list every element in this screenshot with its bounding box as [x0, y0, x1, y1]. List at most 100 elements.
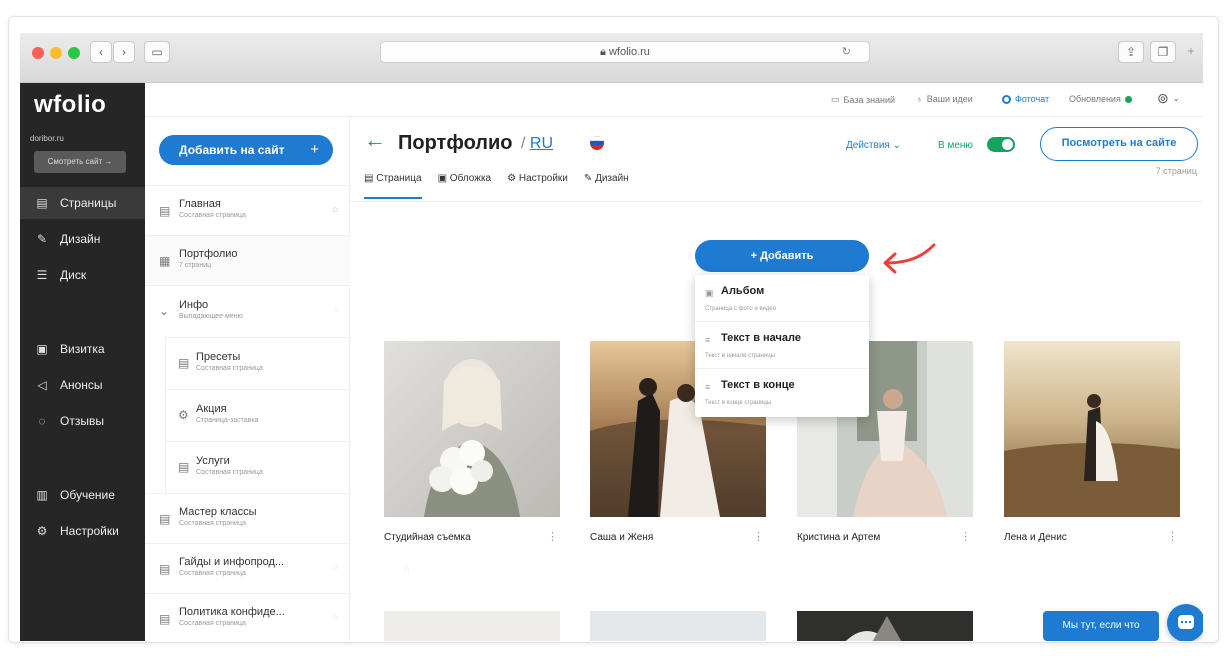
hidden-eye-icon[interactable]: ◌	[404, 564, 409, 574]
dropdown-item-title: Альбом	[721, 285, 765, 297]
album-cover-image[interactable]	[590, 611, 766, 641]
megaphone-icon: ◁	[37, 378, 47, 392]
album-cover-image[interactable]	[1004, 341, 1180, 517]
page-subtitle: Составная страница	[179, 212, 246, 219]
plus-icon: +	[310, 141, 319, 158]
tab-page[interactable]: ▤ Страница	[364, 173, 422, 199]
knowledge-base-link[interactable]: ▭ База знаний	[831, 94, 895, 105]
chat-icon: ◌	[38, 414, 46, 428]
app-logo[interactable]: wfolio	[34, 91, 106, 119]
page-item-master-classes[interactable]: ▤ Мастер классы Составная страница	[145, 493, 350, 543]
knowledge-base-label: База знаний	[843, 94, 896, 105]
nav-item-announcements[interactable]: ◁ Анонсы	[20, 369, 145, 401]
new-tab-icon[interactable]: +	[1180, 41, 1202, 63]
nav-item-card[interactable]: ▣ Визитка	[20, 333, 145, 365]
sidebar-toggle-icon[interactable]: ▭	[144, 41, 170, 63]
more-menu-icon[interactable]: ⋮	[960, 530, 971, 543]
add-block-button[interactable]: + Добавить	[695, 240, 869, 272]
page-icon: ▤	[159, 204, 171, 218]
close-window-button[interactable]	[32, 47, 44, 59]
hidden-eye-icon: ◌	[332, 612, 338, 622]
nav-item-learning[interactable]: ▥ Обучение	[20, 479, 145, 511]
nav-item-disk[interactable]: ☰ Диск	[20, 259, 145, 291]
nav-item-design[interactable]: ✎ Дизайн	[20, 223, 145, 255]
page-item-presets[interactable]: ▤ Пресеты Составная страница	[165, 337, 350, 389]
page-icon: ▤	[178, 460, 190, 474]
page-item-promo[interactable]: ⚙ Акция Страница-заставка	[165, 389, 350, 441]
in-menu-toggle[interactable]	[987, 137, 1015, 152]
pointer-arrow-icon	[883, 243, 936, 274]
fotochat-label: Фоточат	[1015, 94, 1050, 104]
add-to-site-button[interactable]: Добавить на сайт +	[159, 135, 333, 165]
page-title: Акция	[196, 403, 227, 415]
chat-bubble[interactable]: Мы тут, если что	[1043, 611, 1159, 641]
page-title: Главная	[179, 198, 221, 210]
language-code: RU	[529, 135, 553, 152]
page-title: Портфолио	[179, 248, 238, 260]
in-menu-label: В меню	[938, 140, 973, 151]
more-menu-icon[interactable]: ⋮	[753, 530, 764, 543]
page-item-guides[interactable]: ▤ Гайды и инфопрод... Составная страница…	[145, 543, 350, 593]
dropdown-item-text-bottom[interactable]: ≡ Текст в конце Текст в конце страницы	[695, 369, 869, 416]
tab-label: Страница	[376, 173, 422, 184]
fotochat-link[interactable]: Фоточат	[1002, 94, 1049, 104]
nav-item-pages[interactable]: ▤ Страницы	[20, 187, 145, 219]
tab-design[interactable]: ✎ Дизайн	[584, 173, 629, 199]
more-menu-icon[interactable]: ⋮	[1167, 530, 1178, 543]
tabs-icon[interactable]: ❐	[1150, 41, 1176, 63]
album-cover-image[interactable]	[384, 611, 560, 641]
album-title: Саша и Женя	[590, 532, 654, 543]
album-cover-image[interactable]	[797, 611, 973, 641]
main-sidebar: wfolio doribor.ru Смотреть сайт → ▤ Стран…	[20, 83, 145, 641]
language-selector[interactable]: / RU	[521, 135, 553, 153]
back-arrow-icon[interactable]: ‹	[90, 41, 112, 63]
view-site-button[interactable]: Смотреть сайт →	[34, 151, 126, 173]
updates-link[interactable]: Обновления	[1069, 94, 1132, 104]
updates-label: Обновления	[1069, 94, 1121, 104]
share-icon[interactable]: ⇪	[1118, 41, 1144, 63]
divider	[350, 201, 1203, 202]
page-item-portfolio[interactable]: ▦ Портфолио 7 страниц	[145, 235, 350, 285]
view-on-site-button[interactable]: Посмотреть на сайте	[1040, 127, 1198, 161]
card-icon: ▣	[36, 342, 48, 356]
nav-item-settings[interactable]: ⚙ Настройки	[20, 515, 145, 547]
book-icon: ▭	[831, 94, 840, 104]
album-cover-image[interactable]	[384, 341, 560, 517]
page-item-services[interactable]: ▤ Услуги Составная страница	[165, 441, 350, 493]
back-arrow-icon[interactable]: ←	[364, 127, 386, 153]
page-item-info[interactable]: ⌄ Инфо Выпадающее меню ◌	[145, 285, 350, 337]
chevron-down-icon: ⌄	[159, 304, 170, 318]
tab-label: Настройки	[518, 173, 568, 184]
reload-icon[interactable]: ↻	[842, 42, 851, 62]
more-menu-icon[interactable]: ⋮	[547, 530, 558, 543]
zoom-window-button[interactable]	[68, 47, 80, 59]
page-subtitle: Составная страница	[179, 520, 246, 527]
database-icon: ☰	[36, 268, 48, 282]
tab-cover[interactable]: ▣ Обложка	[438, 173, 492, 199]
actions-dropdown[interactable]: Действия ⌄	[846, 140, 901, 151]
user-menu-button[interactable]: ⊚ ⌄	[1157, 90, 1179, 107]
forward-arrow-icon[interactable]: ›	[113, 41, 135, 63]
tab-settings[interactable]: ⚙ Настройки	[507, 173, 568, 199]
nav-label: Визитка	[60, 342, 105, 356]
page-subtitle: Страница-заставка	[196, 417, 259, 424]
dropdown-item-album[interactable]: ▣ Альбом Страница с фото и видео	[695, 275, 869, 322]
user-icon: ⊚	[1157, 90, 1169, 106]
nav-label: Отзывы	[60, 414, 104, 428]
page-title: Портфолио	[398, 132, 513, 154]
nav-item-reviews[interactable]: ◌ Отзывы	[20, 405, 145, 437]
dropdown-item-text-top[interactable]: ≡ Текст в начале Текст в начале страницы	[695, 322, 869, 369]
page-icon: ▤	[178, 356, 190, 370]
hidden-eye-icon: ◌	[332, 562, 338, 572]
ideas-link[interactable]: ♁ Ваши идеи	[916, 94, 973, 104]
url-text: wfolio.ru	[608, 46, 650, 58]
album-title: Студийная съемка	[384, 532, 471, 543]
minimize-window-button[interactable]	[50, 47, 62, 59]
page-item-home[interactable]: ▤ Главная Составная страница ⌂	[145, 185, 350, 235]
browser-window: ‹ › ▭ 🔒︎ wfolio.ru ↻ ⇪ ❐ + wfolio doribo…	[20, 33, 1203, 641]
chat-button[interactable]	[1167, 604, 1203, 641]
page-item-policy[interactable]: ▤ Политика конфиде... Составная страница…	[145, 593, 350, 641]
nav-label: Обучение	[60, 488, 115, 502]
browser-toolbar: ‹ › ▭ 🔒︎ wfolio.ru ↻ ⇪ ❐ +	[20, 33, 1203, 83]
address-bar[interactable]: 🔒︎ wfolio.ru ↻	[380, 41, 870, 63]
